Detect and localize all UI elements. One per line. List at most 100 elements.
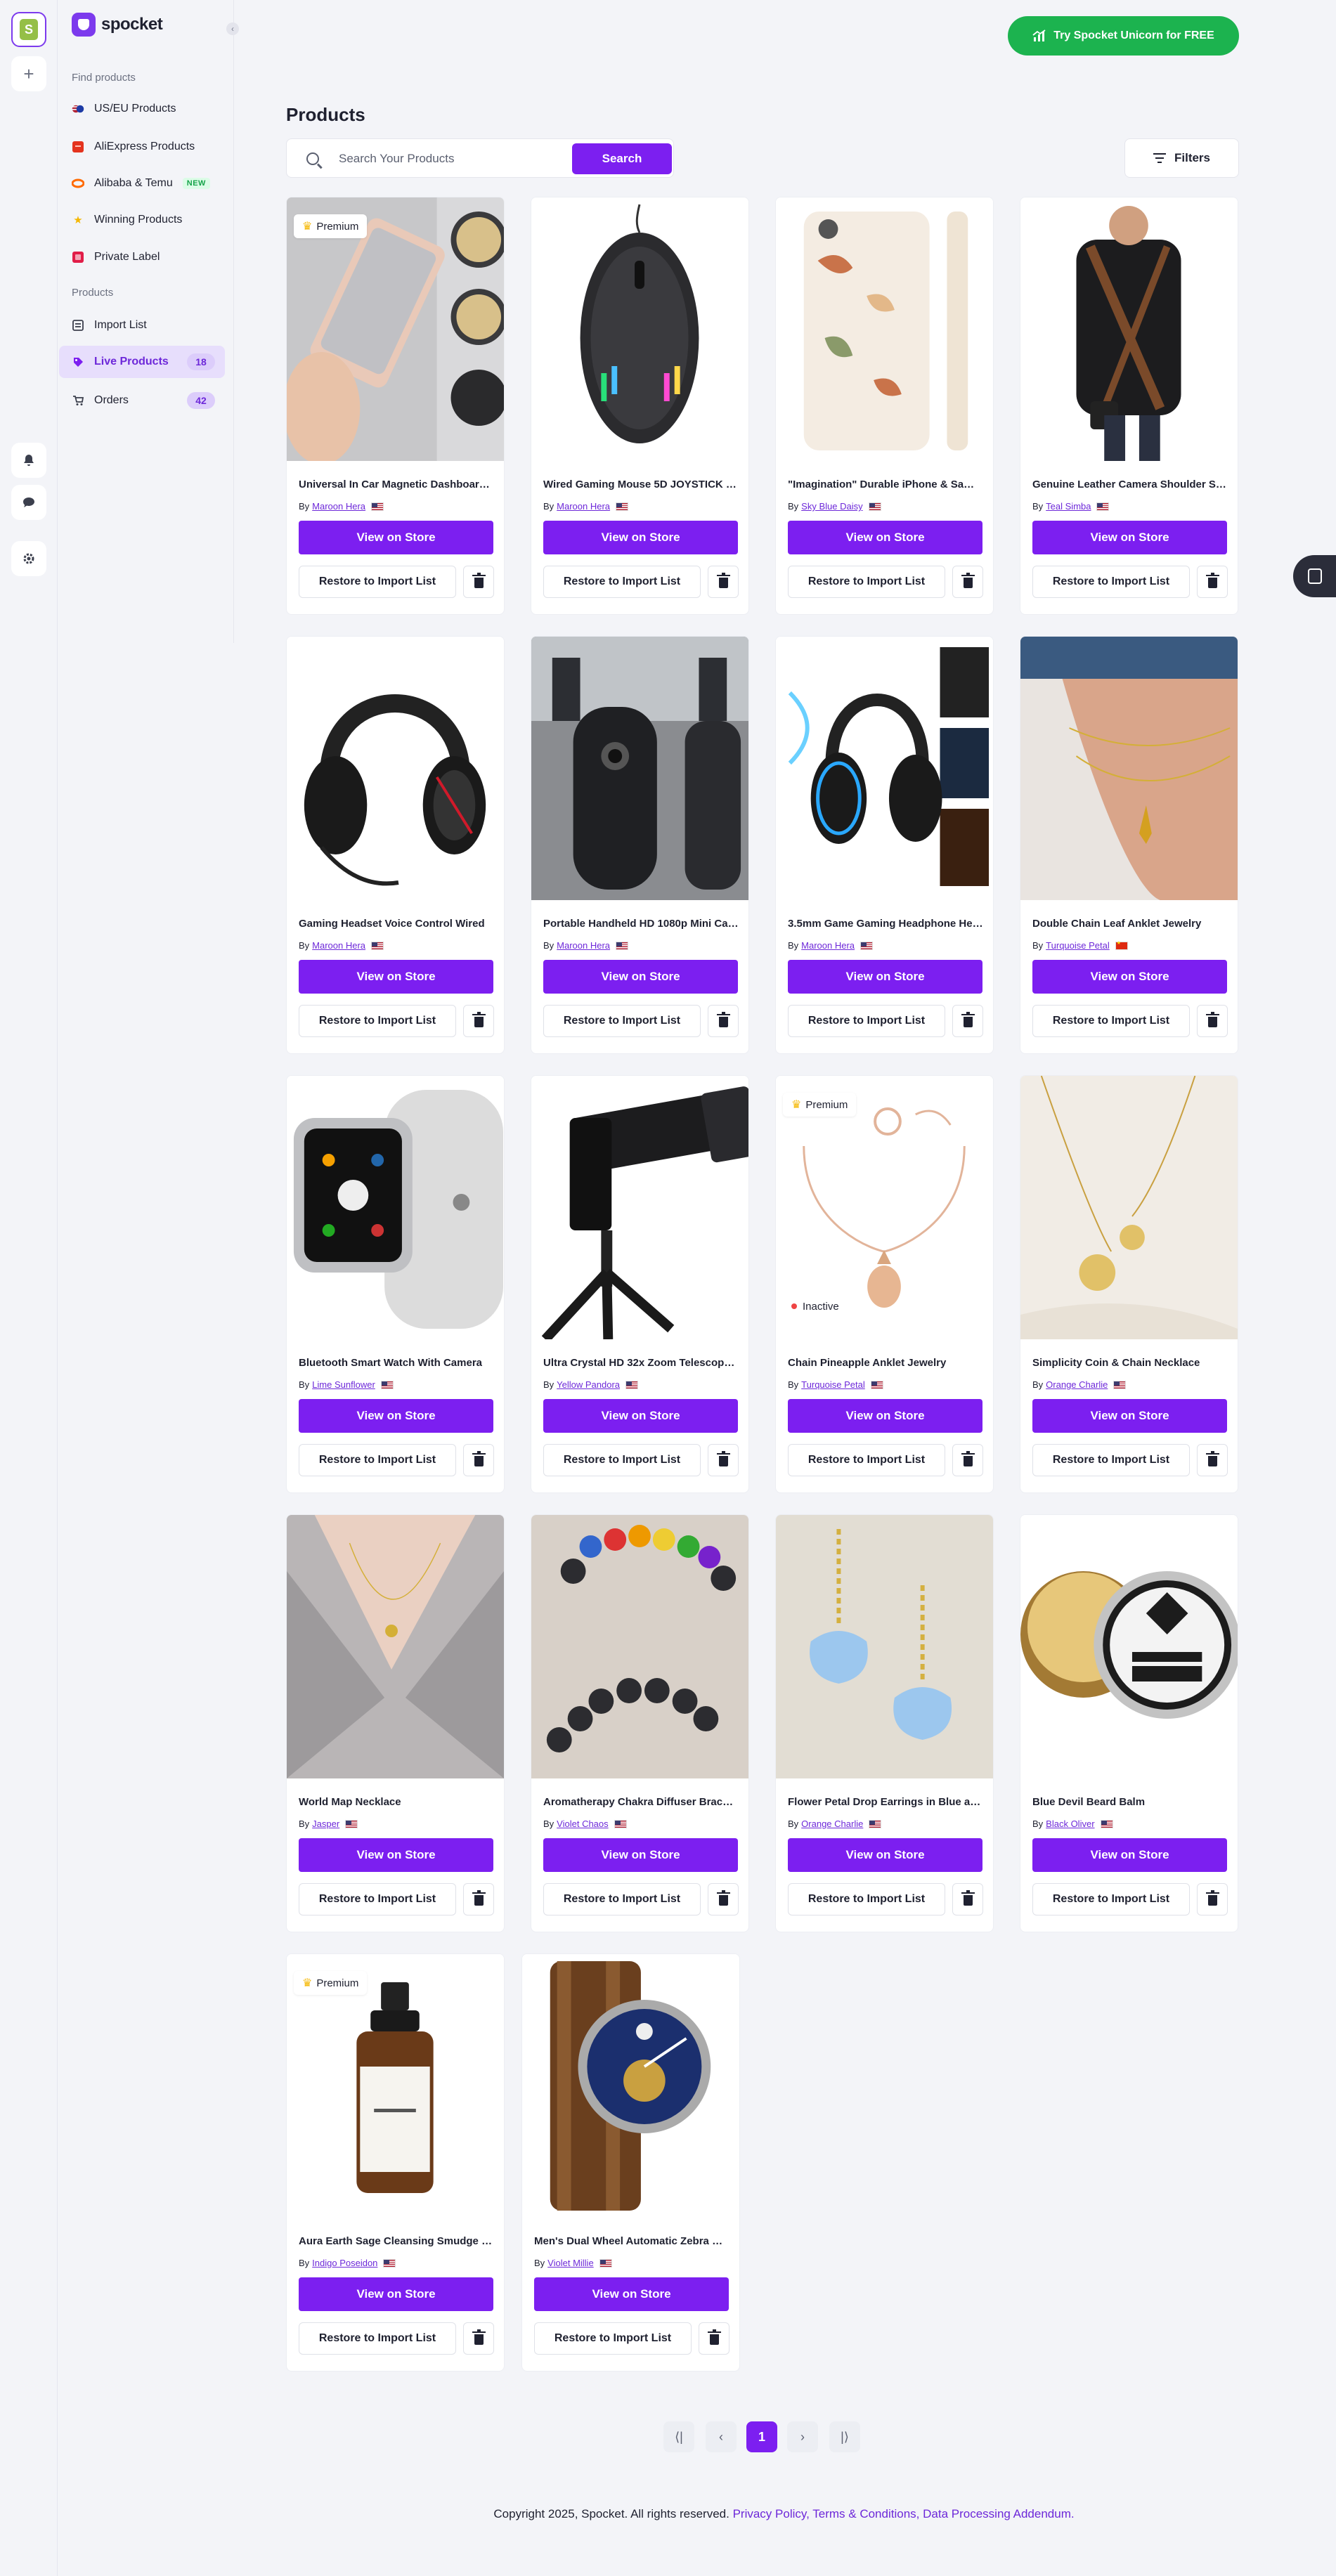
supplier-link[interactable]: Lime Sunflower xyxy=(312,1379,375,1390)
view-on-store-button[interactable]: View on Store xyxy=(543,1399,738,1433)
view-on-store-button[interactable]: View on Store xyxy=(788,521,982,554)
search-button[interactable]: Search xyxy=(572,143,672,174)
restore-to-import-list-button[interactable]: Restore to Import List xyxy=(299,1005,456,1037)
product-card[interactable]: Genuine Leather Camera Shoulder Strap By T… xyxy=(1020,197,1238,615)
product-card[interactable]: Men's Dual Wheel Automatic Zebra Wood Wa… xyxy=(521,1953,740,2372)
supplier-link[interactable]: Maroon Hera xyxy=(312,940,365,951)
view-on-store-button[interactable]: View on Store xyxy=(534,2277,729,2311)
dpa-link[interactable]: Data Processing Addendum. xyxy=(923,2507,1074,2520)
view-on-store-button[interactable]: View on Store xyxy=(1032,1838,1227,1872)
view-on-store-button[interactable]: View on Store xyxy=(1032,1399,1227,1433)
restore-to-import-list-button[interactable]: Restore to Import List xyxy=(788,1005,945,1037)
search-input[interactable] xyxy=(339,149,564,169)
supplier-link[interactable]: Indigo Poseidon xyxy=(312,2258,377,2268)
supplier-link[interactable]: Maroon Hera xyxy=(312,501,365,512)
product-image[interactable] xyxy=(776,197,993,461)
product-card[interactable]: Bluetooth Smart Watch With Camera By Lime … xyxy=(286,1075,505,1493)
product-title[interactable]: World Map Necklace xyxy=(299,1796,494,1808)
supplier-link[interactable]: Violet Millie xyxy=(547,2258,594,2268)
supplier-link[interactable]: Teal Simba xyxy=(1046,501,1091,512)
supplier-link[interactable]: Yellow Pandora xyxy=(557,1379,620,1390)
view-on-store-button[interactable]: View on Store xyxy=(299,2277,493,2311)
product-title[interactable]: "Imagination" Durable iPhone & Samsung C… xyxy=(788,479,983,490)
product-image[interactable] xyxy=(1020,1076,1238,1339)
delete-product-button[interactable] xyxy=(952,1005,983,1037)
product-image[interactable] xyxy=(531,197,748,461)
view-on-store-button[interactable]: View on Store xyxy=(543,1838,738,1872)
supplier-link[interactable]: Black Oliver xyxy=(1046,1819,1094,1829)
restore-to-import-list-button[interactable]: Restore to Import List xyxy=(788,1444,945,1476)
product-card[interactable]: Wired Gaming Mouse 5D JOYSTICK RGB By Maro… xyxy=(531,197,749,615)
supplier-link[interactable]: Orange Charlie xyxy=(801,1819,863,1829)
delete-product-button[interactable] xyxy=(952,1883,983,1915)
product-title[interactable]: Universal In Car Magnetic Dashboard Phon… xyxy=(299,479,494,490)
spocket-logo[interactable]: spocket xyxy=(72,13,163,37)
supplier-link[interactable]: Jasper xyxy=(312,1819,339,1829)
product-image[interactable] xyxy=(287,637,504,900)
restore-to-import-list-button[interactable]: Restore to Import List xyxy=(299,566,456,598)
delete-product-button[interactable] xyxy=(463,1883,494,1915)
product-image[interactable] xyxy=(522,1954,739,2218)
supplier-link[interactable]: Violet Chaos xyxy=(557,1819,608,1829)
pagination-prev-button[interactable]: ‹ xyxy=(706,2421,737,2452)
delete-product-button[interactable] xyxy=(952,566,983,598)
product-image[interactable] xyxy=(531,637,748,900)
supplier-link[interactable]: Turquoise Petal xyxy=(1046,940,1110,951)
product-title[interactable]: Flower Petal Drop Earrings in Blue and G… xyxy=(788,1796,983,1808)
supplier-link[interactable]: Orange Charlie xyxy=(1046,1379,1108,1390)
product-card[interactable]: "Imagination" Durable iPhone & Samsung C… xyxy=(775,197,994,615)
delete-product-button[interactable] xyxy=(1197,1005,1228,1037)
product-title[interactable]: Bluetooth Smart Watch With Camera xyxy=(299,1357,494,1369)
messages-button[interactable] xyxy=(11,485,46,520)
settings-button[interactable] xyxy=(11,541,46,576)
delete-product-button[interactable] xyxy=(463,2322,494,2355)
restore-to-import-list-button[interactable]: Restore to Import List xyxy=(543,1005,701,1037)
product-title[interactable]: 3.5mm Game Gaming Headphone Headset xyxy=(788,918,983,930)
store-switcher-button[interactable]: S xyxy=(11,12,46,47)
delete-product-button[interactable] xyxy=(708,1883,739,1915)
sidebar-item-winning-products[interactable]: ★ Winning Products xyxy=(59,204,225,236)
product-card[interactable]: Portable Handheld HD 1080p Mini Camera By… xyxy=(531,636,749,1054)
view-on-store-button[interactable]: View on Store xyxy=(1032,521,1227,554)
try-unicorn-button[interactable]: Try Spocket Unicorn for FREE xyxy=(1008,16,1239,56)
product-card[interactable]: ♛ Premium Inactive Chain Pineapple Anklet J… xyxy=(775,1075,994,1493)
product-title[interactable]: Gaming Headset Voice Control Wired xyxy=(299,918,494,930)
product-title[interactable]: Men's Dual Wheel Automatic Zebra Wood Wa… xyxy=(534,2235,729,2247)
product-card[interactable]: Simplicity Coin & Chain Necklace By Orange… xyxy=(1020,1075,1238,1493)
product-title[interactable]: Aura Earth Sage Cleansing Smudge Spray xyxy=(299,2235,494,2247)
view-on-store-button[interactable]: View on Store xyxy=(299,1399,493,1433)
sidebar-item-alibaba-temu[interactable]: Alibaba & Temu NEW xyxy=(59,167,225,200)
restore-to-import-list-button[interactable]: Restore to Import List xyxy=(1032,1883,1190,1915)
pagination-last-button[interactable]: |⟩ xyxy=(829,2421,860,2452)
product-image[interactable] xyxy=(776,1515,993,1778)
view-on-store-button[interactable]: View on Store xyxy=(1032,960,1227,994)
product-card[interactable]: World Map Necklace By Jasper View on Store R… xyxy=(286,1514,505,1932)
product-title[interactable]: Blue Devil Beard Balm xyxy=(1032,1796,1228,1808)
product-card[interactable]: ♛ Premium Aura Earth Sage Cleansing Smudge… xyxy=(286,1953,505,2372)
support-chat-button[interactable] xyxy=(1293,555,1336,597)
product-title[interactable]: Ultra Crystal HD 32x Zoom Telescope Lens xyxy=(543,1357,739,1369)
sidebar-item-private-label[interactable]: Private Label xyxy=(59,241,225,273)
delete-product-button[interactable] xyxy=(708,1444,739,1476)
view-on-store-button[interactable]: View on Store xyxy=(299,1838,493,1872)
restore-to-import-list-button[interactable]: Restore to Import List xyxy=(1032,566,1190,598)
view-on-store-button[interactable]: View on Store xyxy=(299,521,493,554)
product-image[interactable] xyxy=(531,1076,748,1339)
restore-to-import-list-button[interactable]: Restore to Import List xyxy=(534,2322,692,2355)
view-on-store-button[interactable]: View on Store xyxy=(543,960,738,994)
privacy-policy-link[interactable]: Privacy Policy, xyxy=(733,2507,810,2520)
product-title[interactable]: Simplicity Coin & Chain Necklace xyxy=(1032,1357,1228,1369)
delete-product-button[interactable] xyxy=(463,1005,494,1037)
product-image[interactable] xyxy=(531,1515,748,1778)
sidebar-item-live-products[interactable]: Live Products 18 xyxy=(59,346,225,378)
view-on-store-button[interactable]: View on Store xyxy=(788,960,982,994)
supplier-link[interactable]: Maroon Hera xyxy=(557,940,610,951)
pagination-page-1[interactable]: 1 xyxy=(746,2421,777,2452)
product-image[interactable] xyxy=(287,1515,504,1778)
notifications-button[interactable] xyxy=(11,443,46,478)
product-image[interactable] xyxy=(1020,197,1238,461)
supplier-link[interactable]: Maroon Hera xyxy=(801,940,855,951)
sidebar-item-us-eu-products[interactable]: US/EU Products xyxy=(59,93,225,125)
restore-to-import-list-button[interactable]: Restore to Import List xyxy=(543,1444,701,1476)
restore-to-import-list-button[interactable]: Restore to Import List xyxy=(299,2322,456,2355)
